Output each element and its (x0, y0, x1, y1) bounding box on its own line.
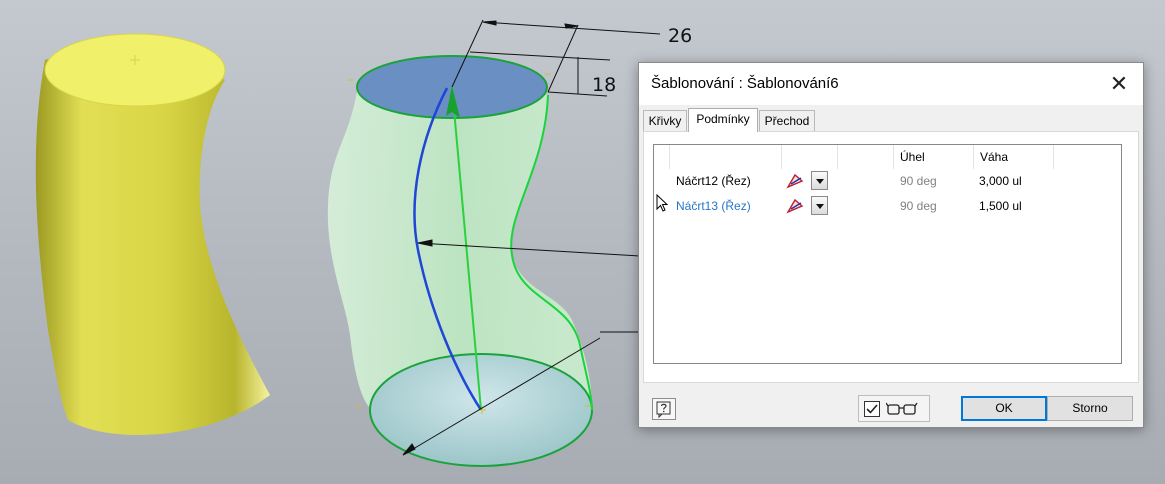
grid-header-condition (782, 145, 838, 169)
yellow-solid-model[interactable] (35, 33, 270, 435)
condition-icon[interactable] (786, 197, 804, 215)
angle-value[interactable]: 90 deg (900, 194, 937, 218)
weight-value[interactable]: 1,500 ul (979, 194, 1022, 218)
grid-header-name (670, 145, 782, 169)
grid-header-spacer (838, 145, 894, 169)
checkbox-icon[interactable] (864, 401, 880, 417)
dimension-label-side[interactable]: 18 (592, 74, 616, 96)
table-row[interactable]: Náčrt13 (Řez) 90 deg 1,500 ul (654, 194, 1121, 218)
condition-icon[interactable] (786, 172, 804, 190)
help-button[interactable] (652, 398, 676, 420)
conditions-grid: Úhel Váha Náčrt12 (Řez) 90 deg 3,000 ul … (653, 144, 1122, 364)
condition-dropdown[interactable] (811, 171, 828, 190)
help-icon (656, 401, 671, 419)
grid-header-angle: Úhel (894, 145, 974, 169)
ok-button[interactable]: OK (961, 396, 1047, 421)
tab-conditions[interactable]: Podmínky (688, 108, 758, 132)
conditions-panel: Úhel Váha Náčrt12 (Řez) 90 deg 3,000 ul … (643, 131, 1139, 383)
grid-header-weight: Váha (974, 145, 1054, 169)
glasses-icon (886, 402, 918, 415)
tab-transition[interactable]: Přechod (759, 110, 815, 131)
dimension-label-top[interactable]: 26 (668, 25, 692, 47)
tab-curves[interactable]: Křivky (643, 110, 687, 131)
condition-dropdown[interactable] (811, 196, 828, 215)
angle-value[interactable]: 90 deg (900, 169, 937, 193)
mouse-cursor-icon (656, 194, 668, 212)
section-name: Náčrt13 (Řez) (676, 199, 751, 213)
weight-value[interactable]: 3,000 ul (979, 169, 1022, 193)
preview-toggle[interactable] (858, 395, 930, 422)
loft-solid-model[interactable] (327, 55, 593, 467)
dialog-title: Šablonování : Šablonování6 (651, 75, 839, 92)
cancel-button[interactable]: Storno (1047, 396, 1133, 421)
table-row[interactable]: Náčrt12 (Řez) 90 deg 3,000 ul (654, 169, 1121, 193)
dialog-titlebar[interactable]: Šablonování : Šablonování6 ✕ (639, 63, 1143, 105)
close-icon[interactable]: ✕ (1101, 67, 1137, 101)
grid-header-blank (654, 145, 670, 169)
loft-dialog: Šablonování : Šablonování6 ✕ Křivky Podm… (638, 62, 1144, 428)
section-name: Náčrt12 (Řez) (676, 174, 751, 188)
